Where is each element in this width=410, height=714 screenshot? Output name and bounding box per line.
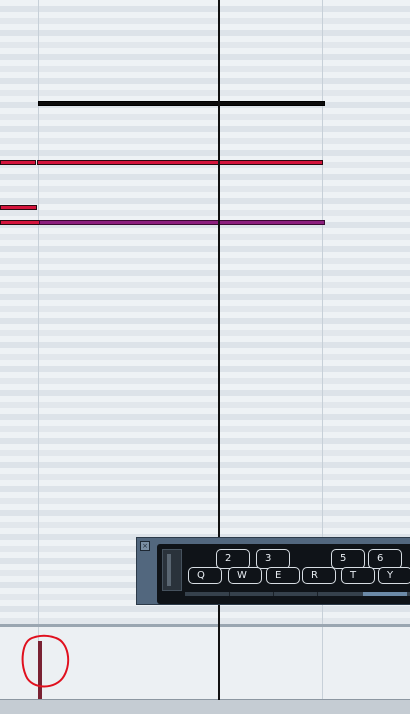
vk-key-6[interactable]: 6 xyxy=(368,549,402,569)
midi-note[interactable] xyxy=(0,205,37,210)
grid-line xyxy=(322,627,323,699)
vk-key-w[interactable]: W xyxy=(228,567,262,584)
midi-note[interactable] xyxy=(37,160,323,165)
close-icon[interactable]: × xyxy=(140,541,150,551)
vk-key-3[interactable]: 3 xyxy=(256,549,290,569)
red-circle-annotation xyxy=(21,634,70,688)
vk-key-2[interactable]: 2 xyxy=(216,549,250,569)
vk-key-y[interactable]: Y xyxy=(378,567,410,584)
virtual-keyboard-body: 2 3 5 6 Q W E R T Y xyxy=(157,544,410,604)
vk-key-q[interactable]: Q xyxy=(188,567,222,584)
vk-key-e[interactable]: E xyxy=(266,567,300,584)
vk-key-5[interactable]: 5 xyxy=(331,549,365,569)
piano-roll-grid[interactable] xyxy=(0,0,410,624)
virtual-keyboard-panel[interactable]: × 2 3 5 6 Q W E R T Y xyxy=(136,537,410,605)
midi-note[interactable] xyxy=(38,101,325,106)
scrollbar-thumb[interactable] xyxy=(363,592,407,596)
grid-line xyxy=(38,0,39,624)
vk-key-t[interactable]: T xyxy=(341,567,375,584)
keyboard-range-scrollbar[interactable] xyxy=(185,592,410,596)
horizontal-scrollbar[interactable] xyxy=(0,699,410,714)
midi-note[interactable] xyxy=(0,220,40,225)
vk-key-r[interactable]: R xyxy=(302,567,336,584)
grid-line xyxy=(322,0,323,624)
midi-note[interactable] xyxy=(0,160,36,165)
midi-note[interactable] xyxy=(39,220,325,225)
octave-slider[interactable] xyxy=(162,549,182,591)
